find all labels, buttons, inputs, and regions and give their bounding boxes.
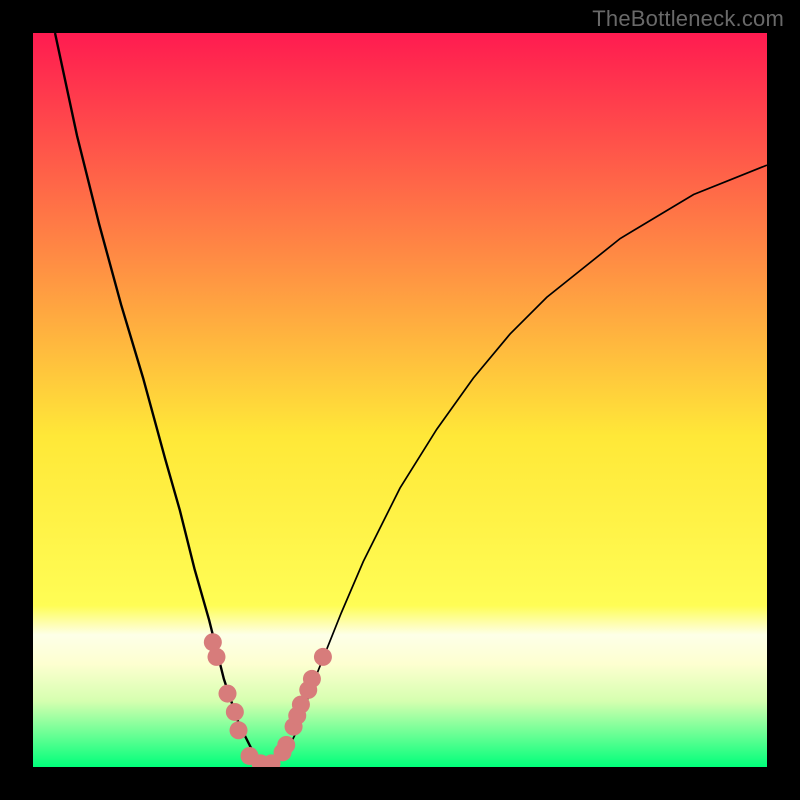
chart-container: TheBottleneck.com: [0, 0, 800, 800]
gradient-background: [33, 33, 767, 767]
data-marker: [314, 648, 332, 666]
data-marker: [208, 648, 226, 666]
attribution-label: TheBottleneck.com: [592, 6, 784, 32]
plot-area: [33, 33, 767, 767]
data-marker: [303, 670, 321, 688]
data-marker: [230, 721, 248, 739]
data-marker: [226, 703, 244, 721]
chart-svg: [33, 33, 767, 767]
data-marker: [219, 685, 237, 703]
data-marker: [277, 736, 295, 754]
